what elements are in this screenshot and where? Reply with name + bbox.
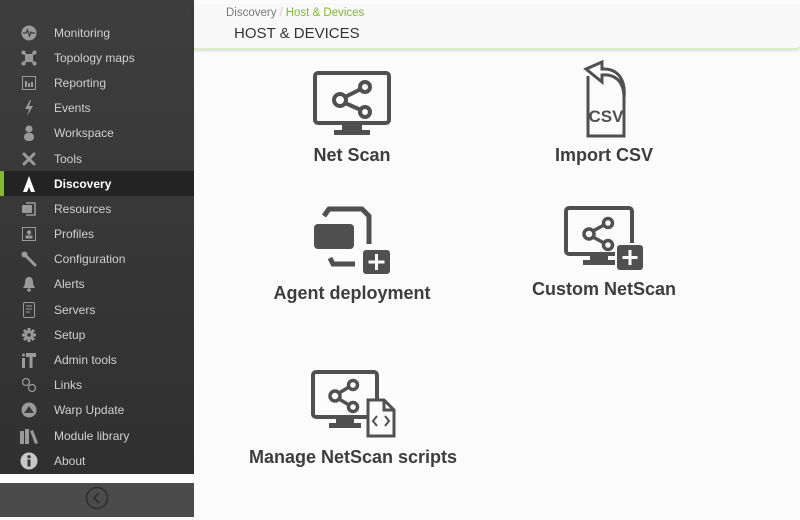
sidebar-item-label: Setup — [54, 327, 86, 342]
breadcrumb-separator: / — [279, 7, 283, 19]
breadcrumb-current: Host & Devices — [285, 7, 365, 19]
chevron-left-circle-icon — [85, 486, 109, 515]
sidebar-item-servers[interactable]: Servers — [0, 297, 194, 322]
sidebar-item-about[interactable]: About — [0, 448, 194, 473]
reporting-icon — [20, 74, 38, 92]
sidebar-item-label: Warp Update — [54, 403, 125, 418]
sidebar-nav: Monitoring Topology maps Reporting Event… — [0, 20, 194, 473]
tile-net-scan[interactable]: Net Scan — [292, 70, 412, 166]
sidebar-item-label: Tools — [54, 151, 83, 166]
sidebar-gap — [0, 474, 194, 483]
alerts-icon — [20, 275, 38, 293]
sidebar-item-events[interactable]: Events — [0, 96, 194, 121]
about-icon — [20, 452, 38, 470]
workspace-icon — [20, 124, 38, 142]
sidebar-item-label: Monitoring — [54, 25, 111, 40]
page-title: HOST & DEVICES — [234, 25, 360, 42]
monitoring-icon — [20, 24, 38, 42]
warp-update-icon — [20, 401, 38, 419]
sidebar-item-label: Servers — [54, 302, 96, 317]
tile-manage-netscan-scripts[interactable]: Manage NetScan scripts — [238, 370, 468, 468]
breadcrumb-parent[interactable]: Discovery — [226, 7, 276, 19]
tile-label: Custom NetScan — [531, 279, 677, 299]
events-icon — [20, 99, 38, 117]
sidebar-item-label: Resources — [54, 201, 112, 216]
sidebar-item-links[interactable]: Links — [0, 373, 194, 398]
sidebar-item-label: Admin tools — [54, 353, 117, 368]
discovery-icon — [20, 175, 38, 193]
collapse-sidebar-button[interactable] — [0, 483, 194, 517]
resources-icon — [20, 200, 38, 218]
tile-agent-deployment[interactable]: Agent deployment — [262, 206, 442, 304]
setup-icon — [20, 326, 38, 344]
tile-label: Net Scan — [313, 145, 391, 165]
sidebar-item-configuration[interactable]: Configuration — [0, 247, 194, 272]
tile-label: Manage NetScan scripts — [248, 447, 458, 467]
agent-deployment-icon — [312, 206, 392, 281]
sidebar-item-setup[interactable]: Setup — [0, 322, 194, 347]
tile-label: Agent deployment — [273, 283, 431, 303]
sidebar-item-monitoring[interactable]: Monitoring — [0, 20, 194, 45]
configuration-icon — [20, 250, 38, 268]
tile-custom-netscan[interactable]: Custom NetScan — [531, 206, 677, 300]
breadcrumb: Discovery / Host & Devices — [226, 7, 364, 19]
custom-netscan-icon — [563, 206, 645, 277]
module-library-icon — [20, 427, 38, 445]
net-scan-icon — [312, 70, 392, 143]
sidebar-item-workspace[interactable]: Workspace — [0, 121, 194, 146]
sidebar-item-label: Module library — [54, 428, 130, 443]
sidebar-item-resources[interactable]: Resources — [0, 196, 194, 221]
links-icon — [20, 376, 38, 394]
sidebar-item-label: Links — [54, 378, 83, 393]
sidebar-item-label: Profiles — [54, 227, 95, 242]
tools-icon — [20, 150, 38, 168]
sidebar-item-label: Workspace — [54, 126, 114, 141]
tile-import-csv[interactable]: CSV Import CSV — [544, 59, 664, 166]
page-header: Discovery / Host & Devices HOST & DEVICES — [194, 5, 800, 50]
admin-tools-icon — [20, 351, 38, 369]
sidebar-item-discovery[interactable]: Discovery — [0, 171, 194, 197]
tile-label: Import CSV — [554, 145, 653, 165]
sidebar-item-reporting[interactable]: Reporting — [0, 70, 194, 95]
import-csv-icon: CSV — [574, 59, 634, 143]
sidebar-item-alerts[interactable]: Alerts — [0, 272, 194, 297]
sidebar-item-tools[interactable]: Tools — [0, 146, 194, 171]
sidebar-item-label: Configuration — [54, 252, 126, 267]
topology-icon — [20, 49, 38, 67]
sidebar-item-label: Events — [54, 101, 91, 116]
servers-icon — [20, 301, 38, 319]
sidebar: Monitoring Topology maps Reporting Event… — [0, 0, 194, 474]
sidebar-item-label: Topology maps — [54, 50, 135, 65]
sidebar-item-topology-maps[interactable]: Topology maps — [0, 45, 194, 70]
manage-netscan-scripts-icon — [310, 370, 396, 445]
sidebar-item-module-library[interactable]: Module library — [0, 423, 194, 448]
sidebar-item-profiles[interactable]: Profiles — [0, 222, 194, 247]
sidebar-item-label: Alerts — [54, 277, 85, 292]
sidebar-item-label: Reporting — [54, 75, 107, 90]
profiles-icon — [20, 225, 38, 243]
sidebar-item-admin-tools[interactable]: Admin tools — [0, 347, 194, 372]
sidebar-item-label: Discovery — [54, 176, 112, 191]
csv-icon-text: CSV — [589, 107, 625, 126]
sidebar-item-label: About — [54, 453, 86, 468]
sidebar-item-warp-update[interactable]: Warp Update — [0, 398, 194, 423]
